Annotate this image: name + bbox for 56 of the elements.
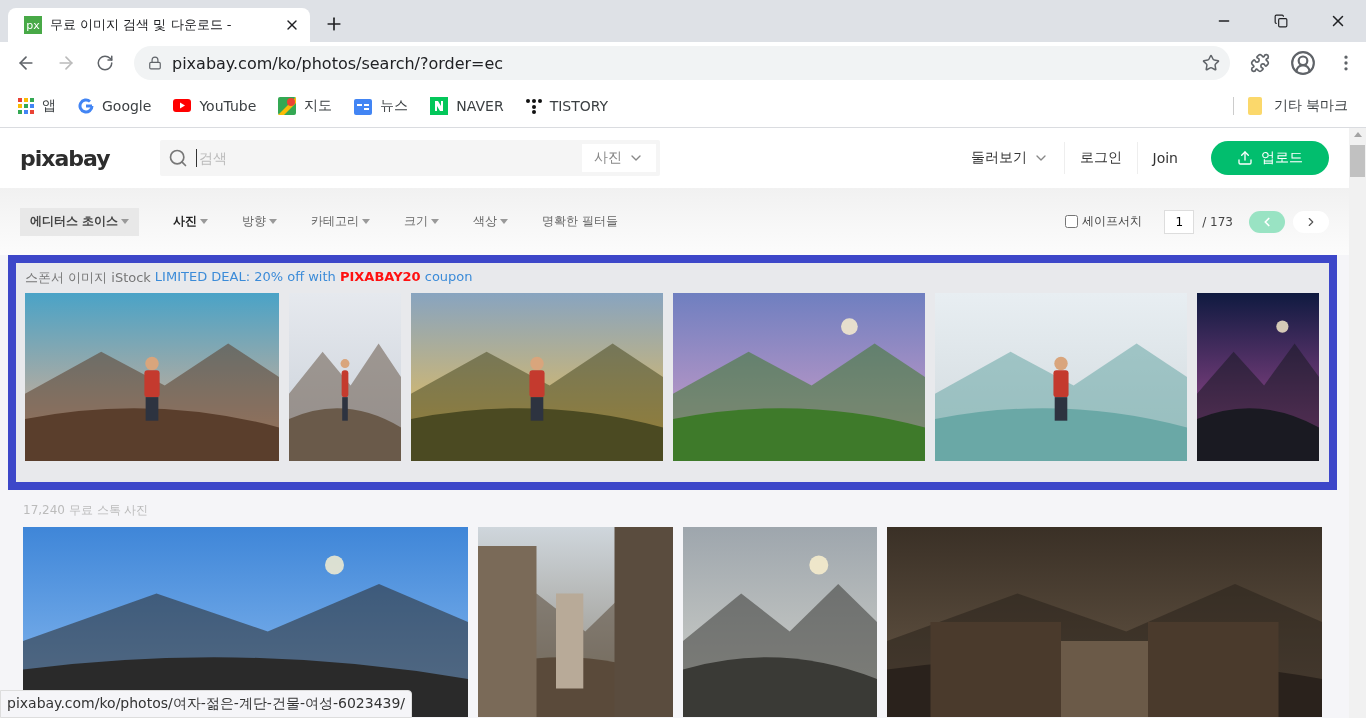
bookmark-label[interactable]: TISTORY	[549, 97, 609, 114]
upload-icon	[1237, 150, 1253, 166]
editors-choice-filter[interactable]: 에디터스 초이스	[20, 207, 140, 236]
site-favicon: px	[24, 16, 42, 34]
folder-icon	[1247, 96, 1262, 115]
type-dropdown[interactable]: 사진	[581, 144, 656, 172]
caret-icon	[362, 219, 371, 224]
profile-icon[interactable]	[1290, 50, 1316, 76]
caret-icon	[200, 219, 209, 224]
search-icon	[167, 148, 188, 168]
url-text: pixabay.com/ko/photos/search/?order=ec	[172, 53, 505, 73]
bookmark-label[interactable]: Google	[102, 97, 152, 114]
map-pin-icon	[278, 96, 297, 115]
filter-menu[interactable]: 명확한 필터들	[532, 213, 628, 230]
tab-title: 무료 이미지 검색 및 다운로드 -	[50, 16, 233, 34]
status-url: pixabay.com/ko/photos/여자-젊은-계단-건물-여성-6023439/	[0, 690, 413, 718]
video-play-icon	[173, 99, 192, 112]
search-field[interactable]: 검색 사진	[159, 140, 660, 176]
safesearch-label: 세이프서치	[1082, 213, 1143, 230]
news-icon	[354, 96, 373, 115]
caret-icon	[121, 219, 130, 224]
safesearch-checkbox[interactable]	[1065, 215, 1079, 228]
nav-link[interactable]: 둘러보기	[955, 142, 1064, 174]
scroll-thumb[interactable]	[1350, 145, 1365, 177]
caret-icon	[500, 219, 509, 224]
naver-icon	[430, 96, 449, 115]
filter-menu[interactable]: 방향	[232, 213, 288, 230]
other-bookmarks[interactable]: 기타 북마크	[1273, 96, 1348, 115]
scrollbar[interactable]	[1349, 128, 1366, 718]
bookmark-label[interactable]: 지도	[304, 96, 333, 115]
filter-menu[interactable]: 카테고리	[301, 213, 381, 230]
star-icon[interactable]	[1202, 54, 1220, 72]
filter-menu[interactable]: 색상	[463, 213, 519, 230]
address-bar[interactable]: pixabay.com/ko/photos/search/?order=ec	[134, 46, 1230, 80]
page-total: / 173	[1202, 214, 1233, 229]
bookmark-label[interactable]: 뉴스	[380, 96, 409, 115]
nav-link[interactable]: 로그인	[1063, 142, 1137, 174]
filter-menu[interactable]: 사진	[163, 213, 219, 230]
puzzle-icon[interactable]	[1250, 53, 1270, 73]
browser-tab[interactable]: px 무료 이미지 검색 및 다운로드 -	[8, 8, 310, 42]
filter-menu[interactable]: 크기	[394, 213, 450, 230]
lock-icon	[148, 56, 162, 70]
bookmark-label[interactable]: 앱	[42, 96, 56, 115]
apps-grid-icon	[18, 97, 34, 114]
reload-icon[interactable]	[96, 54, 114, 72]
google-icon	[78, 97, 94, 114]
sponsor-label: 스폰서 이미지 iStock	[25, 269, 151, 287]
dots-icon	[525, 97, 542, 114]
bookmark-label[interactable]: YouTube	[199, 97, 257, 114]
nav-link[interactable]: Join	[1136, 142, 1193, 174]
site-logo[interactable]: pixabay	[20, 145, 110, 171]
search-input[interactable]: 검색	[195, 149, 574, 167]
caret-icon	[431, 219, 440, 224]
page-field[interactable]: 1	[1164, 209, 1195, 234]
caret-icon	[269, 219, 278, 224]
bookmark-label[interactable]: NAVER	[456, 97, 504, 114]
